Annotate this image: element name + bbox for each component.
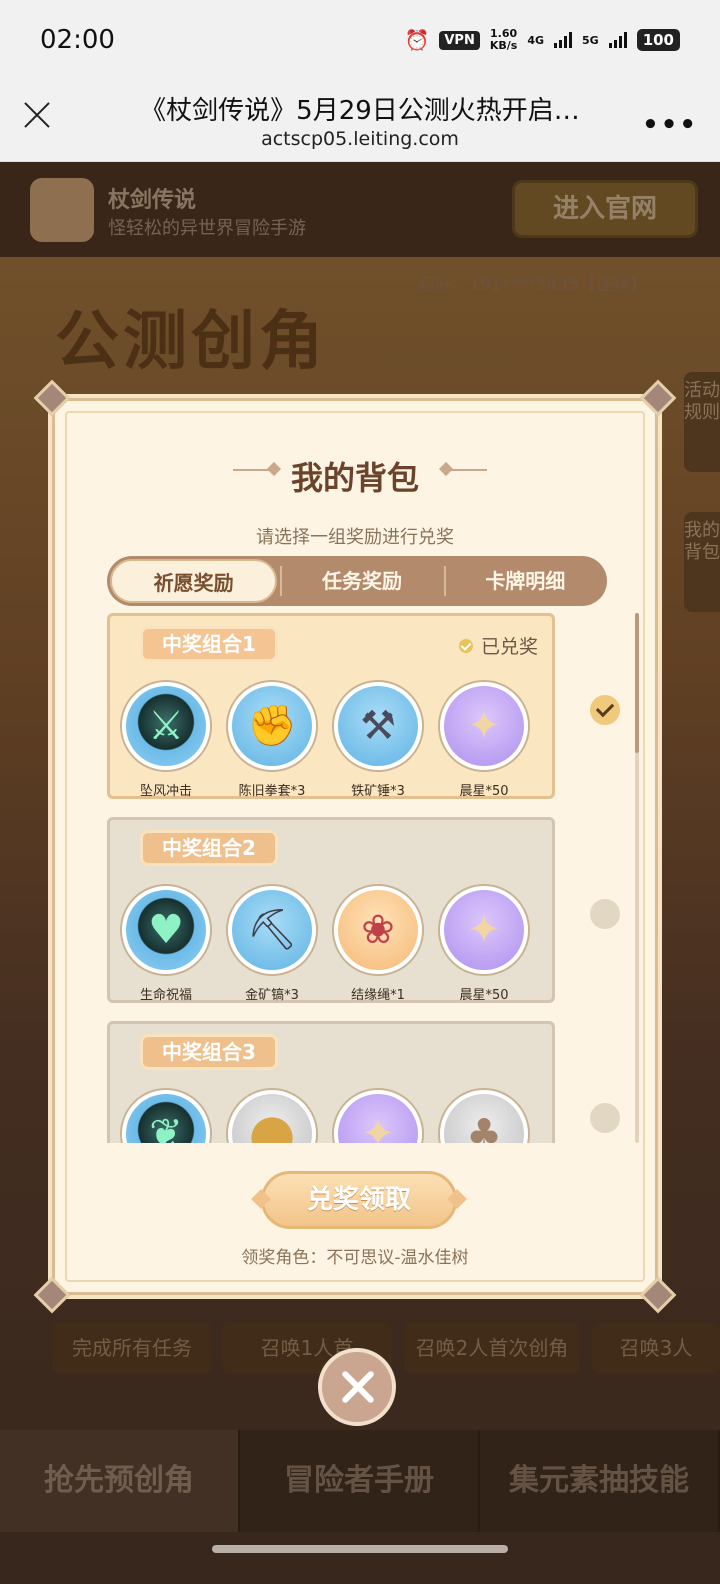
star-crystal-icon: ✦ <box>440 682 528 770</box>
item-name: 晨星*50 <box>459 784 509 799</box>
reward-group-1[interactable]: 中奖组合1 已兑奖 ⚔ 坠风冲击 ✊ 陈旧拳套*3 ⚒ 铁矿锤*3 ✦ 晨星*5… <box>107 613 555 799</box>
item-name: 结缘绳*1 <box>351 988 405 1003</box>
reward-item: ✊ 陈旧拳套*3 <box>226 682 318 799</box>
network-speed: 1.60 KB/s <box>489 27 518 52</box>
title-ornament-right <box>447 469 487 471</box>
modal-subtitle: 请选择一组奖励进行兑奖 <box>256 527 454 548</box>
claim-reward-button[interactable]: 兑奖领取 <box>261 1171 457 1229</box>
reward-group-list[interactable]: 中奖组合1 已兑奖 ⚔ 坠风冲击 ✊ 陈旧拳套*3 ⚒ 铁矿锤*3 ✦ 晨星*5… <box>107 613 587 1143</box>
group-label: 中奖组合3 <box>140 1034 278 1070</box>
redeemed-status: 已兑奖 <box>458 632 538 659</box>
reward-item: ✦ 晨星*50 <box>438 886 530 1003</box>
reward-item: ✦ <box>332 1090 424 1143</box>
tab-task-rewards[interactable]: 任务奖励 <box>280 556 443 606</box>
reward-item: ♣ <box>438 1090 530 1143</box>
signal-icon <box>554 32 572 48</box>
seed-bag-icon: ♣ <box>440 1090 528 1143</box>
clock: 02:00 <box>40 25 115 55</box>
backpack-modal: 我的背包 请选择一组奖励进行兑奖 祈愿奖励 任务奖励 卡牌明细 中奖组合1 已兑… <box>33 379 677 1314</box>
list-scrollbar[interactable] <box>635 613 639 1143</box>
group-label: 中奖组合2 <box>140 830 278 866</box>
reward-item: ⚔ 坠风冲击 <box>120 682 212 799</box>
status-icons: ⏰ VPN 1.60 KB/s 4G 5G 100 <box>404 28 680 52</box>
item-name: 金矿镐*3 <box>245 988 299 1003</box>
reward-item: ❀ 结缘绳*1 <box>332 886 424 1003</box>
reward-group-2[interactable]: 中奖组合2 ♥ 生命祝福 ⛏ 金矿镐*3 ❀ 结缘绳*1 ✦ 晨星*50 <box>107 817 555 1003</box>
page-title: 《杖剑传说》5月29日公测火热开启… <box>140 96 580 126</box>
net-5g-label: 5G <box>582 33 599 47</box>
reward-item: ● <box>226 1090 318 1143</box>
gold-coin-icon: ● <box>228 1090 316 1143</box>
item-name: 晨星*50 <box>459 988 509 1003</box>
reward-item: ♥ 生命祝福 <box>120 886 212 1003</box>
modal-close-button[interactable] <box>318 1348 396 1426</box>
reward-item: ⛏ 金矿镐*3 <box>226 886 318 1003</box>
pickaxe-icon: ⛏ <box>228 886 316 974</box>
page-url: actscp05.leiting.com <box>261 128 459 150</box>
more-menu-icon[interactable]: ••• <box>642 110 698 140</box>
modal-title: 我的背包 <box>290 459 419 497</box>
heart-skill-icon: ♥ <box>122 886 210 974</box>
home-indicator[interactable] <box>212 1545 508 1553</box>
item-name: 坠风冲击 <box>139 784 192 799</box>
signal-icon-2 <box>608 32 627 48</box>
scrollbar-thumb[interactable] <box>635 613 639 753</box>
tab-wish-rewards[interactable]: 祈愿奖励 <box>110 559 278 603</box>
paw-charm-icon: ❀ <box>334 886 422 974</box>
star-crystal-icon: ✦ <box>440 886 528 974</box>
item-name: 生命祝福 <box>139 988 192 1003</box>
battery-icon: 100 <box>636 29 680 51</box>
hammer-icon: ⚒ <box>334 682 422 770</box>
alarm-icon: ⏰ <box>404 28 430 52</box>
group-1-radio[interactable] <box>590 695 620 725</box>
star-crystal-icon: ✦ <box>334 1090 422 1143</box>
check-icon <box>458 638 473 653</box>
reward-item: ✦ 晨星*50 <box>438 682 530 799</box>
group-label: 中奖组合1 <box>140 626 278 662</box>
reward-item: ❦ <box>120 1090 212 1143</box>
group-2-radio[interactable] <box>590 899 620 929</box>
item-name: 陈旧拳套*3 <box>238 784 306 799</box>
status-bar: 02:00 ⏰ VPN 1.60 KB/s 4G 5G 100 <box>0 0 720 80</box>
browser-title-bar: 《杖剑传说》5月29日公测火热开启… actscp05.leiting.com … <box>0 80 720 162</box>
boxing-glove-icon: ✊ <box>228 682 316 770</box>
reward-group-3[interactable]: 中奖组合3 ❦ ● ✦ ♣ <box>107 1021 555 1143</box>
item-name: 铁矿锤*3 <box>351 784 405 799</box>
thorn-skill-icon: ❦ <box>122 1090 210 1143</box>
group-3-radio[interactable] <box>590 1103 620 1133</box>
reward-item: ⚒ 铁矿锤*3 <box>332 682 424 799</box>
reward-tabs: 祈愿奖励 任务奖励 卡牌明细 <box>107 556 607 606</box>
tab-card-details[interactable]: 卡牌明细 <box>443 556 607 606</box>
net-4g-label: 4G <box>527 33 544 47</box>
vpn-badge: VPN <box>439 30 480 50</box>
close-icon[interactable] <box>20 98 54 132</box>
reward-role-text: 领奖角色：不可思议-温水佳树 <box>241 1248 469 1268</box>
sword-skill-icon: ⚔ <box>122 682 210 770</box>
